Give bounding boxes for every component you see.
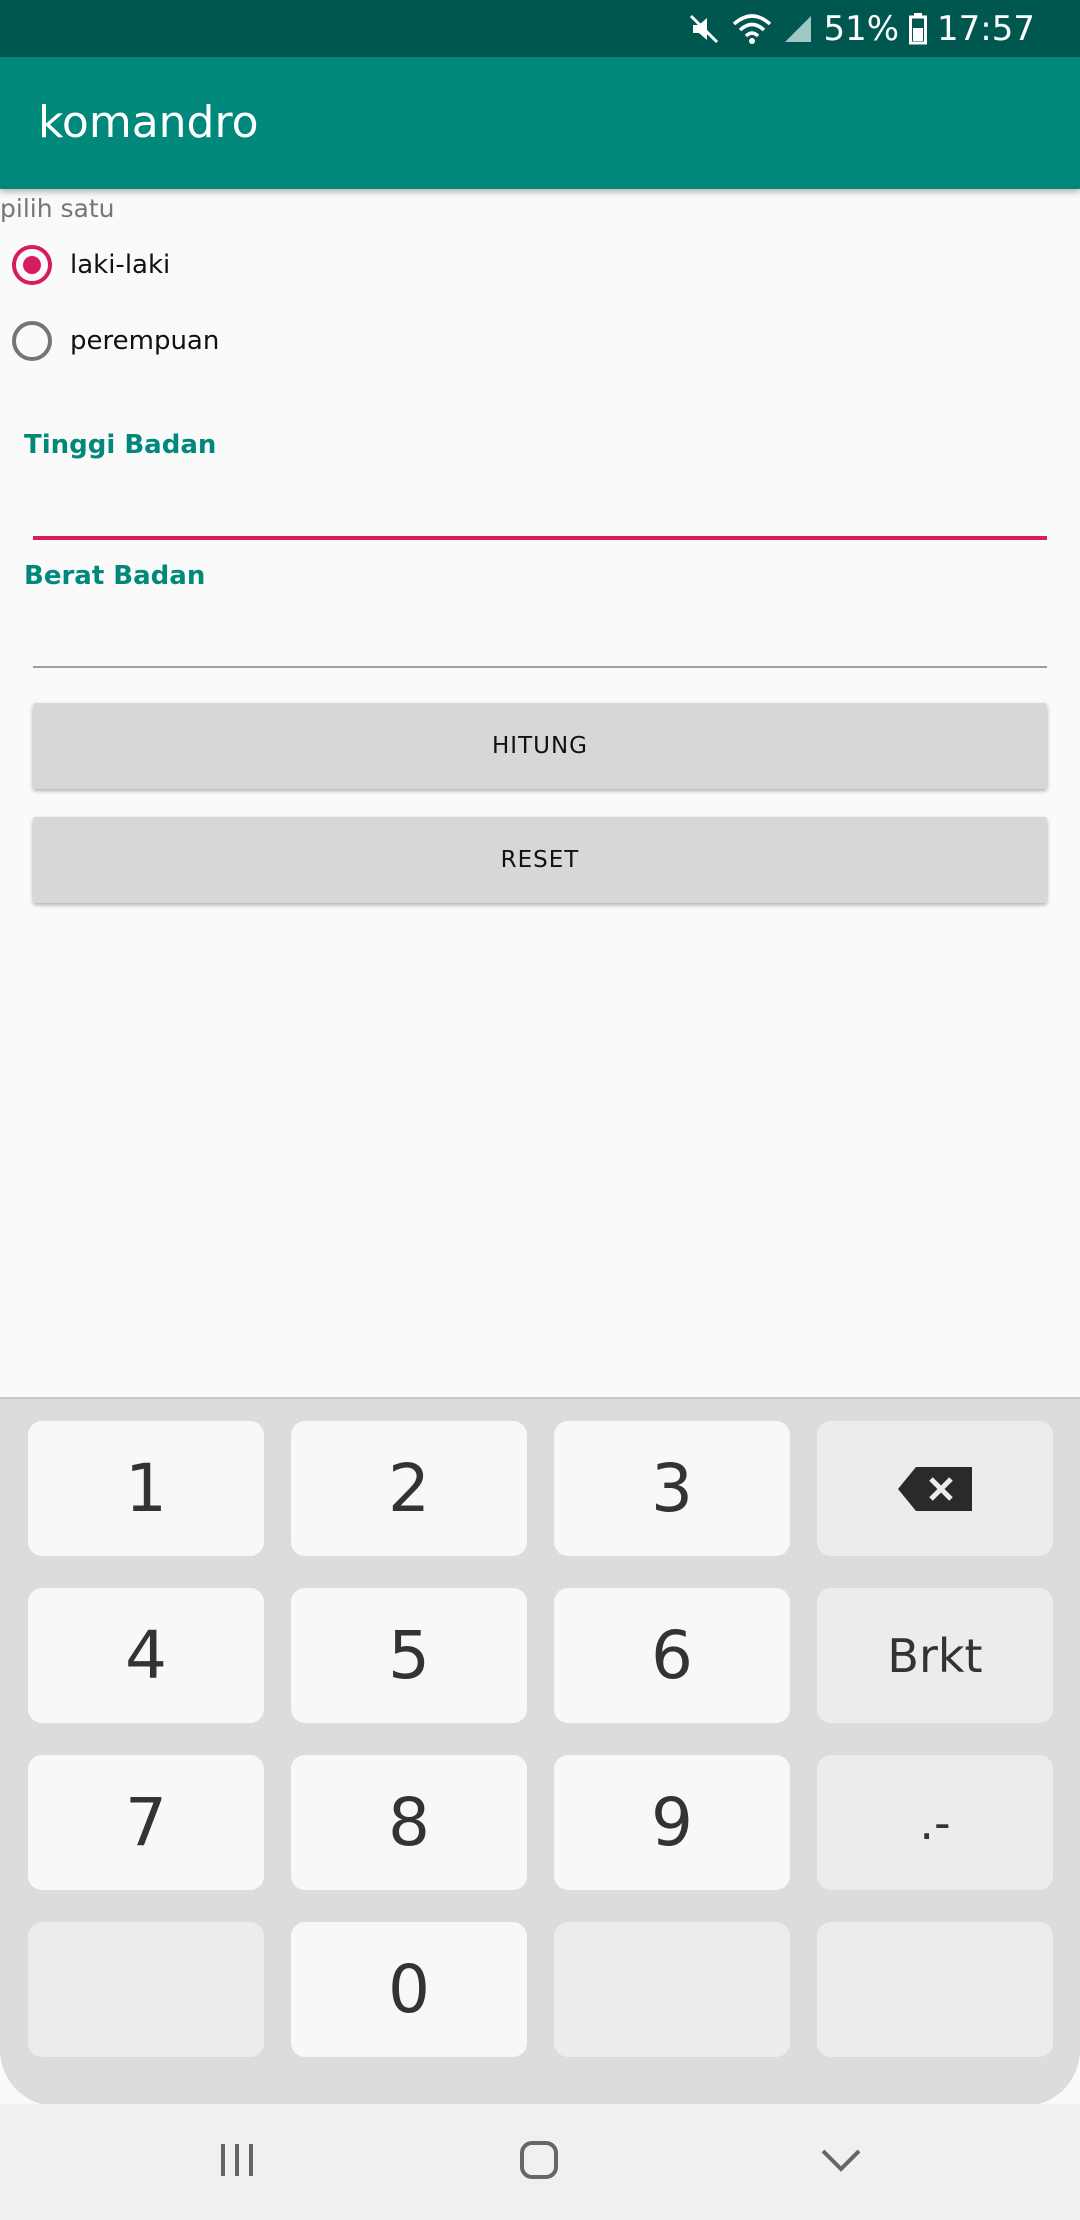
key-9[interactable]: 9 <box>554 1755 790 1890</box>
blank-key-middle[interactable] <box>554 1922 790 2057</box>
clock: 17:57 <box>937 8 1035 49</box>
recents-button[interactable] <box>207 2132 267 2192</box>
back-button[interactable] <box>811 2132 871 2192</box>
height-input-underline <box>33 536 1047 540</box>
radio-option-female[interactable]: perempuan <box>12 311 219 371</box>
decimal-minus-key[interactable]: .- <box>817 1755 1053 1890</box>
wifi-icon <box>731 12 773 46</box>
height-input[interactable] <box>33 475 1047 535</box>
key-7[interactable]: 7 <box>28 1755 264 1890</box>
weight-input[interactable] <box>33 605 1047 665</box>
radio-unchecked-icon[interactable] <box>12 321 52 361</box>
status-bar: 51% 17:57 <box>0 0 1080 57</box>
key-0[interactable]: 0 <box>291 1922 527 2057</box>
recents-icon <box>217 2142 257 2182</box>
key-4[interactable]: 4 <box>28 1588 264 1723</box>
back-icon <box>820 2147 862 2177</box>
radio-label-male: laki-laki <box>70 250 171 280</box>
calculate-button[interactable]: HITUNG <box>33 703 1047 789</box>
radio-checked-icon[interactable] <box>12 245 52 285</box>
mute-icon <box>687 12 721 46</box>
status-icons: 51% 17:57 <box>687 0 1035 57</box>
key-5[interactable]: 5 <box>291 1588 527 1723</box>
signal-icon <box>783 14 813 44</box>
backspace-icon <box>898 1450 972 1527</box>
radio-label-female: perempuan <box>70 326 220 356</box>
app-bar: komandro <box>0 57 1080 189</box>
navigation-bar <box>0 2104 1080 2220</box>
numeric-keyboard: 1 2 3 4 5 6 Brkt 7 8 9 .- 0 <box>0 1397 1080 2106</box>
weight-field-label: Berat Badan <box>24 561 206 591</box>
home-icon <box>519 2140 559 2184</box>
blank-key-right[interactable] <box>817 1922 1053 2057</box>
bracket-key[interactable]: Brkt <box>817 1588 1053 1723</box>
radio-dot <box>23 256 41 274</box>
blank-key-left[interactable] <box>28 1922 264 2057</box>
backspace-key[interactable] <box>817 1421 1053 1556</box>
key-3[interactable]: 3 <box>554 1421 790 1556</box>
home-button[interactable] <box>509 2132 569 2192</box>
height-field-label: Tinggi Badan <box>24 430 217 460</box>
battery-percent: 51% <box>823 8 900 49</box>
key-6[interactable]: 6 <box>554 1588 790 1723</box>
battery-icon <box>909 12 928 45</box>
weight-input-underline <box>33 666 1047 668</box>
key-1[interactable]: 1 <box>28 1421 264 1556</box>
radio-group-label: pilih satu <box>0 194 115 223</box>
app-title: komandro <box>38 97 259 148</box>
key-2[interactable]: 2 <box>291 1421 527 1556</box>
radio-option-male[interactable]: laki-laki <box>12 235 170 295</box>
reset-button[interactable]: RESET <box>33 817 1047 903</box>
key-8[interactable]: 8 <box>291 1755 527 1890</box>
